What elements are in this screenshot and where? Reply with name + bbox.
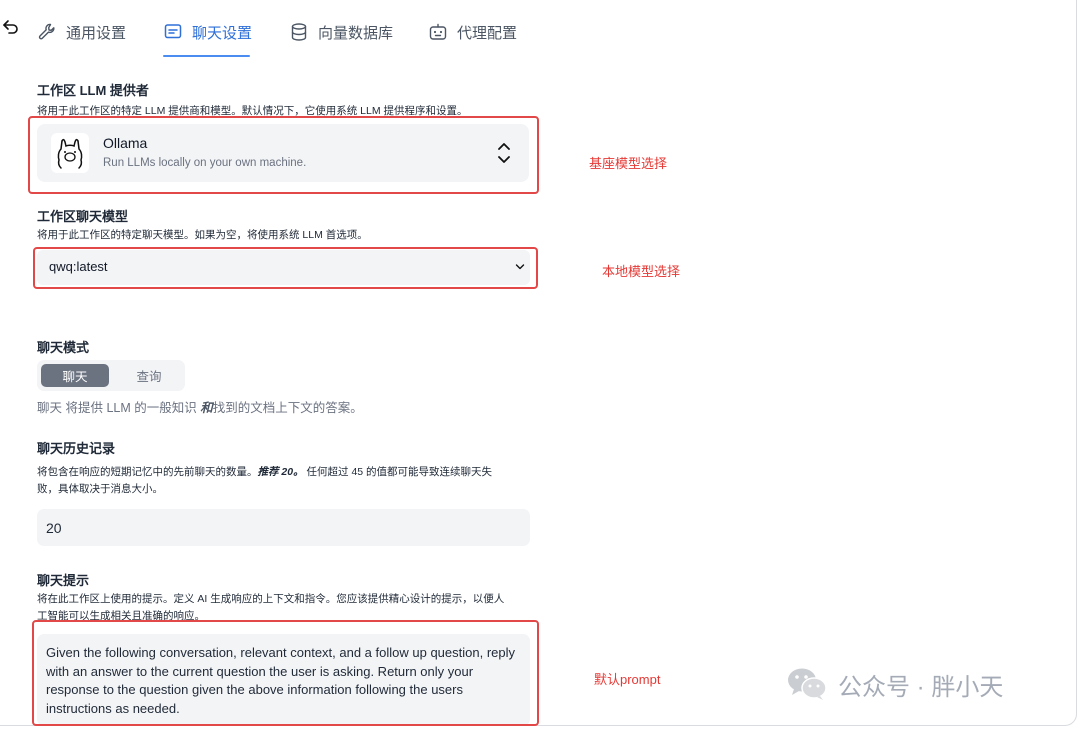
- prompt-desc-line1: 将在此工作区上使用的提示。定义 AI 生成响应的上下文和指令。您应该提供精心设计…: [37, 593, 505, 605]
- wechat-logo-icon: [788, 668, 827, 700]
- history-desc-b: 任何超过 45 的值都可能导致连续聊天失: [303, 466, 493, 478]
- chevron-up-down-icon: [498, 143, 510, 163]
- chat-mode-toggle: 聊天 查询: [37, 360, 185, 391]
- chat-mode-description: 聊天 将提供 LLM 的一般知识 和找到的文档上下文的答案。: [37, 397, 363, 416]
- robot-icon: [429, 23, 447, 40]
- tab-label: 通用设置: [66, 24, 127, 42]
- chat-mode-title: 聊天模式: [37, 340, 90, 355]
- chat-icon: [164, 24, 182, 39]
- chat-model-description: 将用于此工作区的特定聊天模型。如果为空，将使用系统 LLM 首选项。: [37, 229, 368, 241]
- tab-vector-database[interactable]: 向量数据库: [289, 17, 393, 47]
- mode-chat-button[interactable]: 聊天: [41, 364, 109, 387]
- history-desc-emphasis: 推荐 20。: [257, 466, 304, 478]
- tab-label: 聊天设置: [192, 24, 253, 42]
- llm-provider-title: 工作区 LLM 提供者: [37, 83, 149, 98]
- chat-prompt-description: 将在此工作区上使用的提示。定义 AI 生成响应的上下文和指令。您应该提供精心设计…: [37, 591, 504, 625]
- tab-general-settings[interactable]: 通用设置: [37, 17, 126, 47]
- history-desc-line2: 败，具体取决于消息大小。: [37, 483, 163, 495]
- chat-prompt-title: 聊天提示: [37, 573, 90, 588]
- chat-model-select[interactable]: qwq:latest: [37, 250, 530, 285]
- mode-query-button[interactable]: 查询: [115, 364, 183, 387]
- active-tab-indicator: [163, 55, 250, 57]
- chat-history-input[interactable]: [37, 509, 530, 546]
- ollama-logo-icon: [51, 133, 89, 173]
- chevron-down-icon: [515, 264, 525, 270]
- tab-chat-settings[interactable]: 聊天设置: [163, 17, 252, 47]
- mode-desc-suffix: 找到的文档上下文的答案。: [212, 401, 363, 415]
- selected-model: qwq:latest: [49, 259, 108, 274]
- tab-label: 代理配置: [457, 24, 518, 42]
- chat-history-title: 聊天历史记录: [37, 441, 116, 456]
- wrench-icon: [38, 23, 55, 40]
- llm-provider-select[interactable]: Ollama Run LLMs locally on your own mach…: [37, 124, 529, 182]
- tab-agent-config[interactable]: 代理配置: [428, 17, 517, 47]
- chat-history-description: 将包含在响应的短期记忆中的先前聊天的数量。推荐 20。 任何超过 45 的值都可…: [37, 464, 492, 498]
- annotation-base-model: 基座模型选择: [589, 156, 668, 171]
- annotation-local-model: 本地模型选择: [602, 264, 681, 279]
- provider-name: Ollama: [103, 135, 148, 151]
- watermark-text: 公众号 · 胖小天: [838, 673, 1004, 701]
- provider-subtitle: Run LLMs locally on your own machine.: [103, 157, 307, 169]
- mode-desc-emphasis: 和: [200, 401, 213, 415]
- settings-tabs: 通用设置 聊天设置 向量数据库 代理配置: [0, 0, 1076, 60]
- database-icon: [291, 23, 307, 41]
- llm-provider-description: 将用于此工作区的特定 LLM 提供商和模型。默认情况下，它使用系统 LLM 提供…: [37, 105, 468, 117]
- prompt-desc-line2: 工智能可以生成相关且准确的响应。: [37, 610, 205, 622]
- tab-label: 向量数据库: [318, 24, 394, 42]
- history-desc-a: 将包含在响应的短期记忆中的先前聊天的数量。: [37, 466, 258, 478]
- chat-model-title: 工作区聊天模型: [37, 209, 129, 224]
- watermark: 公众号 · 胖小天: [786, 666, 1003, 702]
- annotation-default-prompt: 默认prompt: [594, 672, 661, 687]
- chat-prompt-textarea[interactable]: Given the following conversation, releva…: [37, 634, 530, 726]
- mode-desc-prefix: 聊天 将提供 LLM 的一般知识: [37, 401, 197, 415]
